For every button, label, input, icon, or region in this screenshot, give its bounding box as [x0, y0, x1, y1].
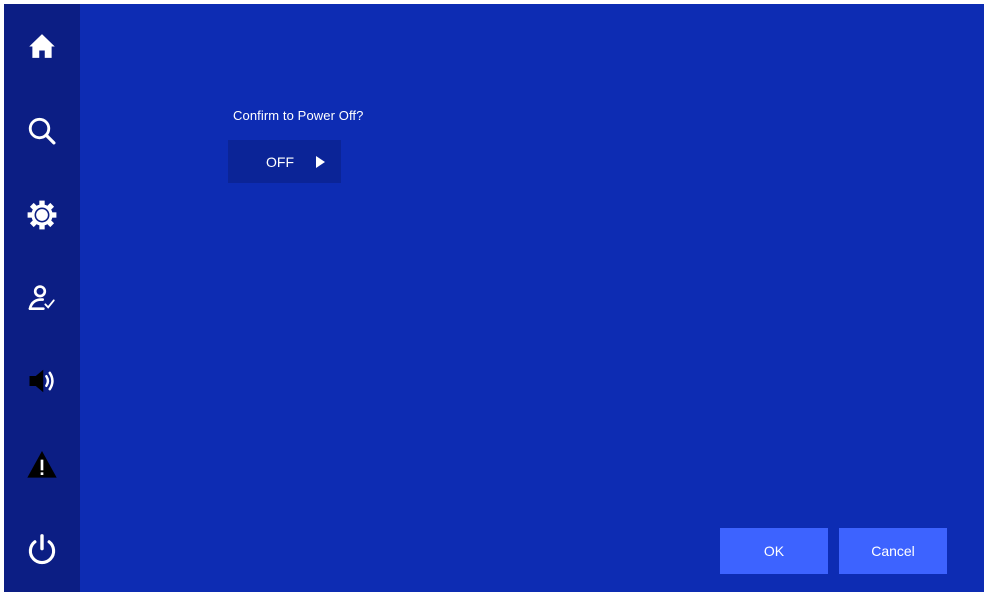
power-option-value: OFF [266, 153, 294, 170]
gear-icon [27, 200, 57, 230]
sidebar-item-search[interactable] [4, 103, 80, 159]
warning-icon [27, 451, 57, 478]
sidebar-item-power[interactable] [4, 522, 80, 578]
app-frame: Confirm to Power Off? OFF OK Cancel [4, 4, 984, 592]
power-option-select[interactable]: OFF [228, 140, 341, 183]
home-icon [29, 34, 55, 58]
search-icon [28, 117, 56, 145]
sidebar-item-user[interactable] [4, 270, 80, 326]
user-check-icon [28, 285, 55, 310]
cancel-button[interactable]: Cancel [839, 528, 947, 574]
triangle-right-icon [316, 155, 325, 168]
power-off-prompt: Confirm to Power Off? [233, 108, 364, 123]
sidebar [4, 4, 80, 592]
sidebar-item-settings[interactable] [4, 187, 80, 243]
power-icon [28, 534, 56, 565]
sidebar-item-alarm[interactable] [4, 437, 80, 493]
sidebar-item-home[interactable] [4, 18, 80, 74]
speaker-icon [29, 369, 54, 393]
main-panel: Confirm to Power Off? OFF OK Cancel [80, 4, 984, 592]
ok-button[interactable]: OK [720, 528, 828, 574]
sidebar-item-audio[interactable] [4, 353, 80, 409]
